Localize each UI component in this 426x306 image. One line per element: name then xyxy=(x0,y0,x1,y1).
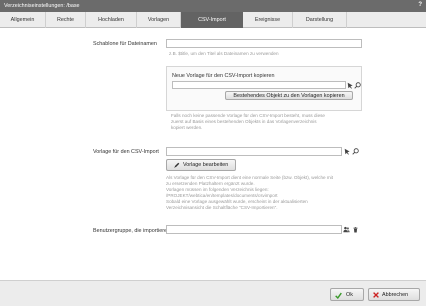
new-template-group: Neue Vorlage für den CSV-Import kopieren… xyxy=(166,66,362,111)
cancel-button[interactable]: Abbrechen xyxy=(368,288,420,301)
schablone-hint: z.B. $title, um den Titel als Dateinamen… xyxy=(169,51,279,56)
vorlage-hint-6: Verzeichnisansicht die Schaltfläche "CSV… xyxy=(166,205,278,210)
window-titlebar: Verzeichniseinstellungen: /base ? xyxy=(0,0,426,12)
schablone-input[interactable] xyxy=(166,39,362,48)
dialog-footer: Ok Abbrechen xyxy=(0,280,426,306)
select-object-icon[interactable] xyxy=(347,82,354,89)
pencil-icon xyxy=(174,162,180,168)
trash-icon[interactable] xyxy=(352,226,359,233)
search-icon[interactable] xyxy=(354,82,361,89)
edit-template-label: Vorlage bearbeiten xyxy=(183,162,229,168)
ok-button[interactable]: Ok xyxy=(330,288,364,301)
search-template-icon[interactable] xyxy=(352,148,359,155)
schablone-label: Schablone für Dateinamen xyxy=(93,41,157,47)
vorlage-input[interactable] xyxy=(166,147,342,156)
tab-hochladen[interactable]: Hochladen xyxy=(86,12,137,28)
tab-vorlagen[interactable]: Vorlagen xyxy=(137,12,181,28)
window-title: Verzeichniseinstellungen: /base xyxy=(4,3,80,9)
tab-bar: Allgemein Rechte Hochladen Vorlagen CSV-… xyxy=(0,12,426,28)
tab-rechte[interactable]: Rechte xyxy=(46,12,86,28)
content-panel: Schablone für Dateinamen z.B. $title, um… xyxy=(0,28,426,280)
benutzergruppe-input[interactable] xyxy=(166,225,342,234)
tab-ereignisse[interactable]: Ereignisse xyxy=(243,12,293,28)
copy-object-to-templates-button[interactable]: Bestehendes Objekt zu den Vorlagen kopie… xyxy=(225,91,353,100)
new-template-heading: Neue Vorlage für den CSV-Import kopieren xyxy=(172,73,275,79)
new-template-hint-3: kopiert werden. xyxy=(171,125,203,130)
vorlage-label: Vorlage für den CSV-Import xyxy=(93,149,159,155)
close-icon xyxy=(373,292,379,298)
select-template-icon[interactable] xyxy=(344,148,351,155)
tab-allgemein[interactable]: Allgemein xyxy=(0,12,46,28)
edit-template-button[interactable]: Vorlage bearbeiten xyxy=(166,159,236,171)
tab-csv-import[interactable]: CSV-Import xyxy=(181,12,243,28)
help-button[interactable]: ? xyxy=(418,2,422,8)
tab-darstellung[interactable]: Darstellung xyxy=(293,12,347,28)
new-template-input[interactable] xyxy=(172,81,346,89)
ok-label: Ok xyxy=(346,292,353,298)
cancel-label: Abbrechen xyxy=(382,292,409,298)
users-icon[interactable] xyxy=(343,226,350,233)
checkmark-icon xyxy=(335,292,342,299)
